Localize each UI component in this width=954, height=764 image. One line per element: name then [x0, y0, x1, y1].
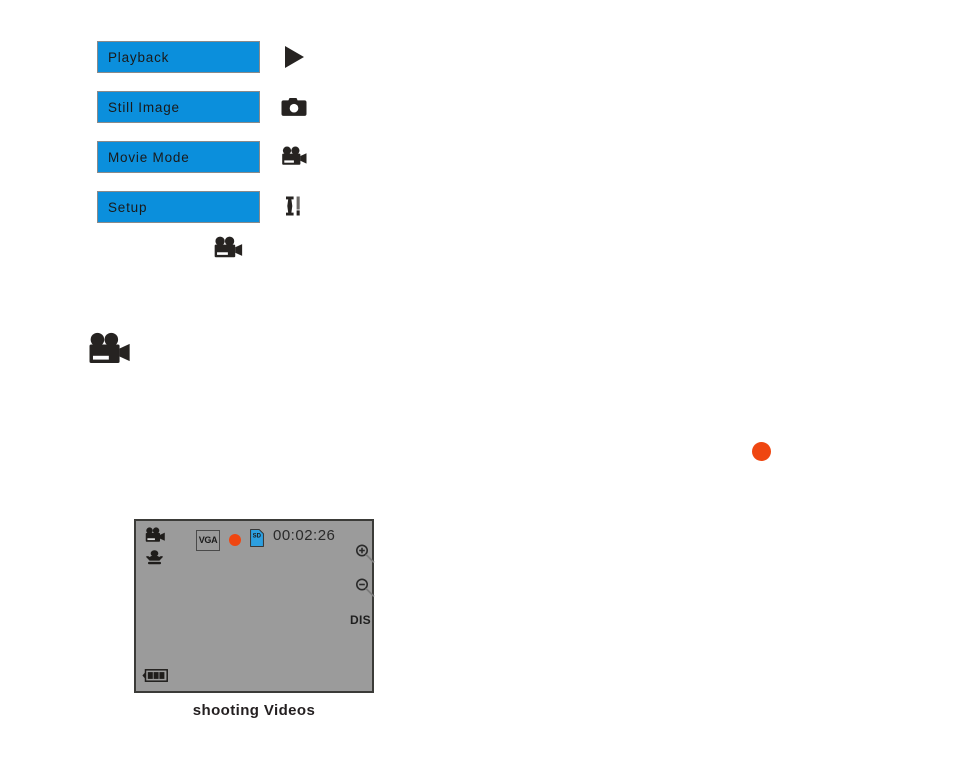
macro-flower-icon — [145, 549, 164, 567]
camcorder-icon — [277, 141, 311, 173]
video-quality-label: VGA — [198, 535, 218, 545]
menu-row-setup: Setup — [97, 191, 327, 241]
play-triangle-icon — [277, 41, 311, 73]
menu-row-still-image: Still Image — [97, 91, 327, 141]
mode-button-movie-mode[interactable]: Movie Mode — [97, 141, 260, 173]
figure-caption: shooting Videos — [192, 702, 316, 719]
mode-button-label: Still Image — [108, 99, 180, 115]
battery-icon — [142, 669, 168, 682]
camcorder-icon — [213, 236, 245, 264]
lcd-preview-figure: VGA SD 00:02:26 DIS shooting Videos — [134, 519, 376, 719]
recording-timer: 00:02:26 — [273, 527, 336, 544]
menu-row-movie-mode: Movie Mode — [97, 141, 327, 191]
still-camera-icon — [277, 91, 311, 123]
lcd-screen: VGA SD 00:02:26 DIS — [134, 519, 376, 693]
camcorder-icon — [144, 527, 166, 545]
mode-button-label: Movie Mode — [108, 149, 190, 165]
tools-wrench-icon — [277, 191, 311, 223]
mode-menu: Playback Still Image Movie Mode Setup — [97, 41, 327, 241]
record-dot — [752, 442, 771, 461]
zoom-in-magnifier-icon[interactable] — [354, 543, 376, 565]
svg-text:SD: SD — [253, 534, 262, 540]
sd-card-icon: SD — [250, 529, 264, 547]
record-dot — [229, 534, 241, 546]
mode-button-label: Playback — [108, 49, 170, 65]
mode-button-label: Setup — [108, 199, 148, 215]
zoom-out-magnifier-icon[interactable] — [354, 577, 376, 599]
mode-button-still-image[interactable]: Still Image — [97, 91, 260, 123]
mode-button-setup[interactable]: Setup — [97, 191, 260, 223]
mode-button-playback[interactable]: Playback — [97, 41, 260, 73]
camcorder-icon — [87, 332, 131, 372]
video-quality-badge: VGA — [196, 530, 220, 551]
menu-row-playback: Playback — [97, 41, 327, 91]
dis-label: DIS — [350, 613, 371, 627]
